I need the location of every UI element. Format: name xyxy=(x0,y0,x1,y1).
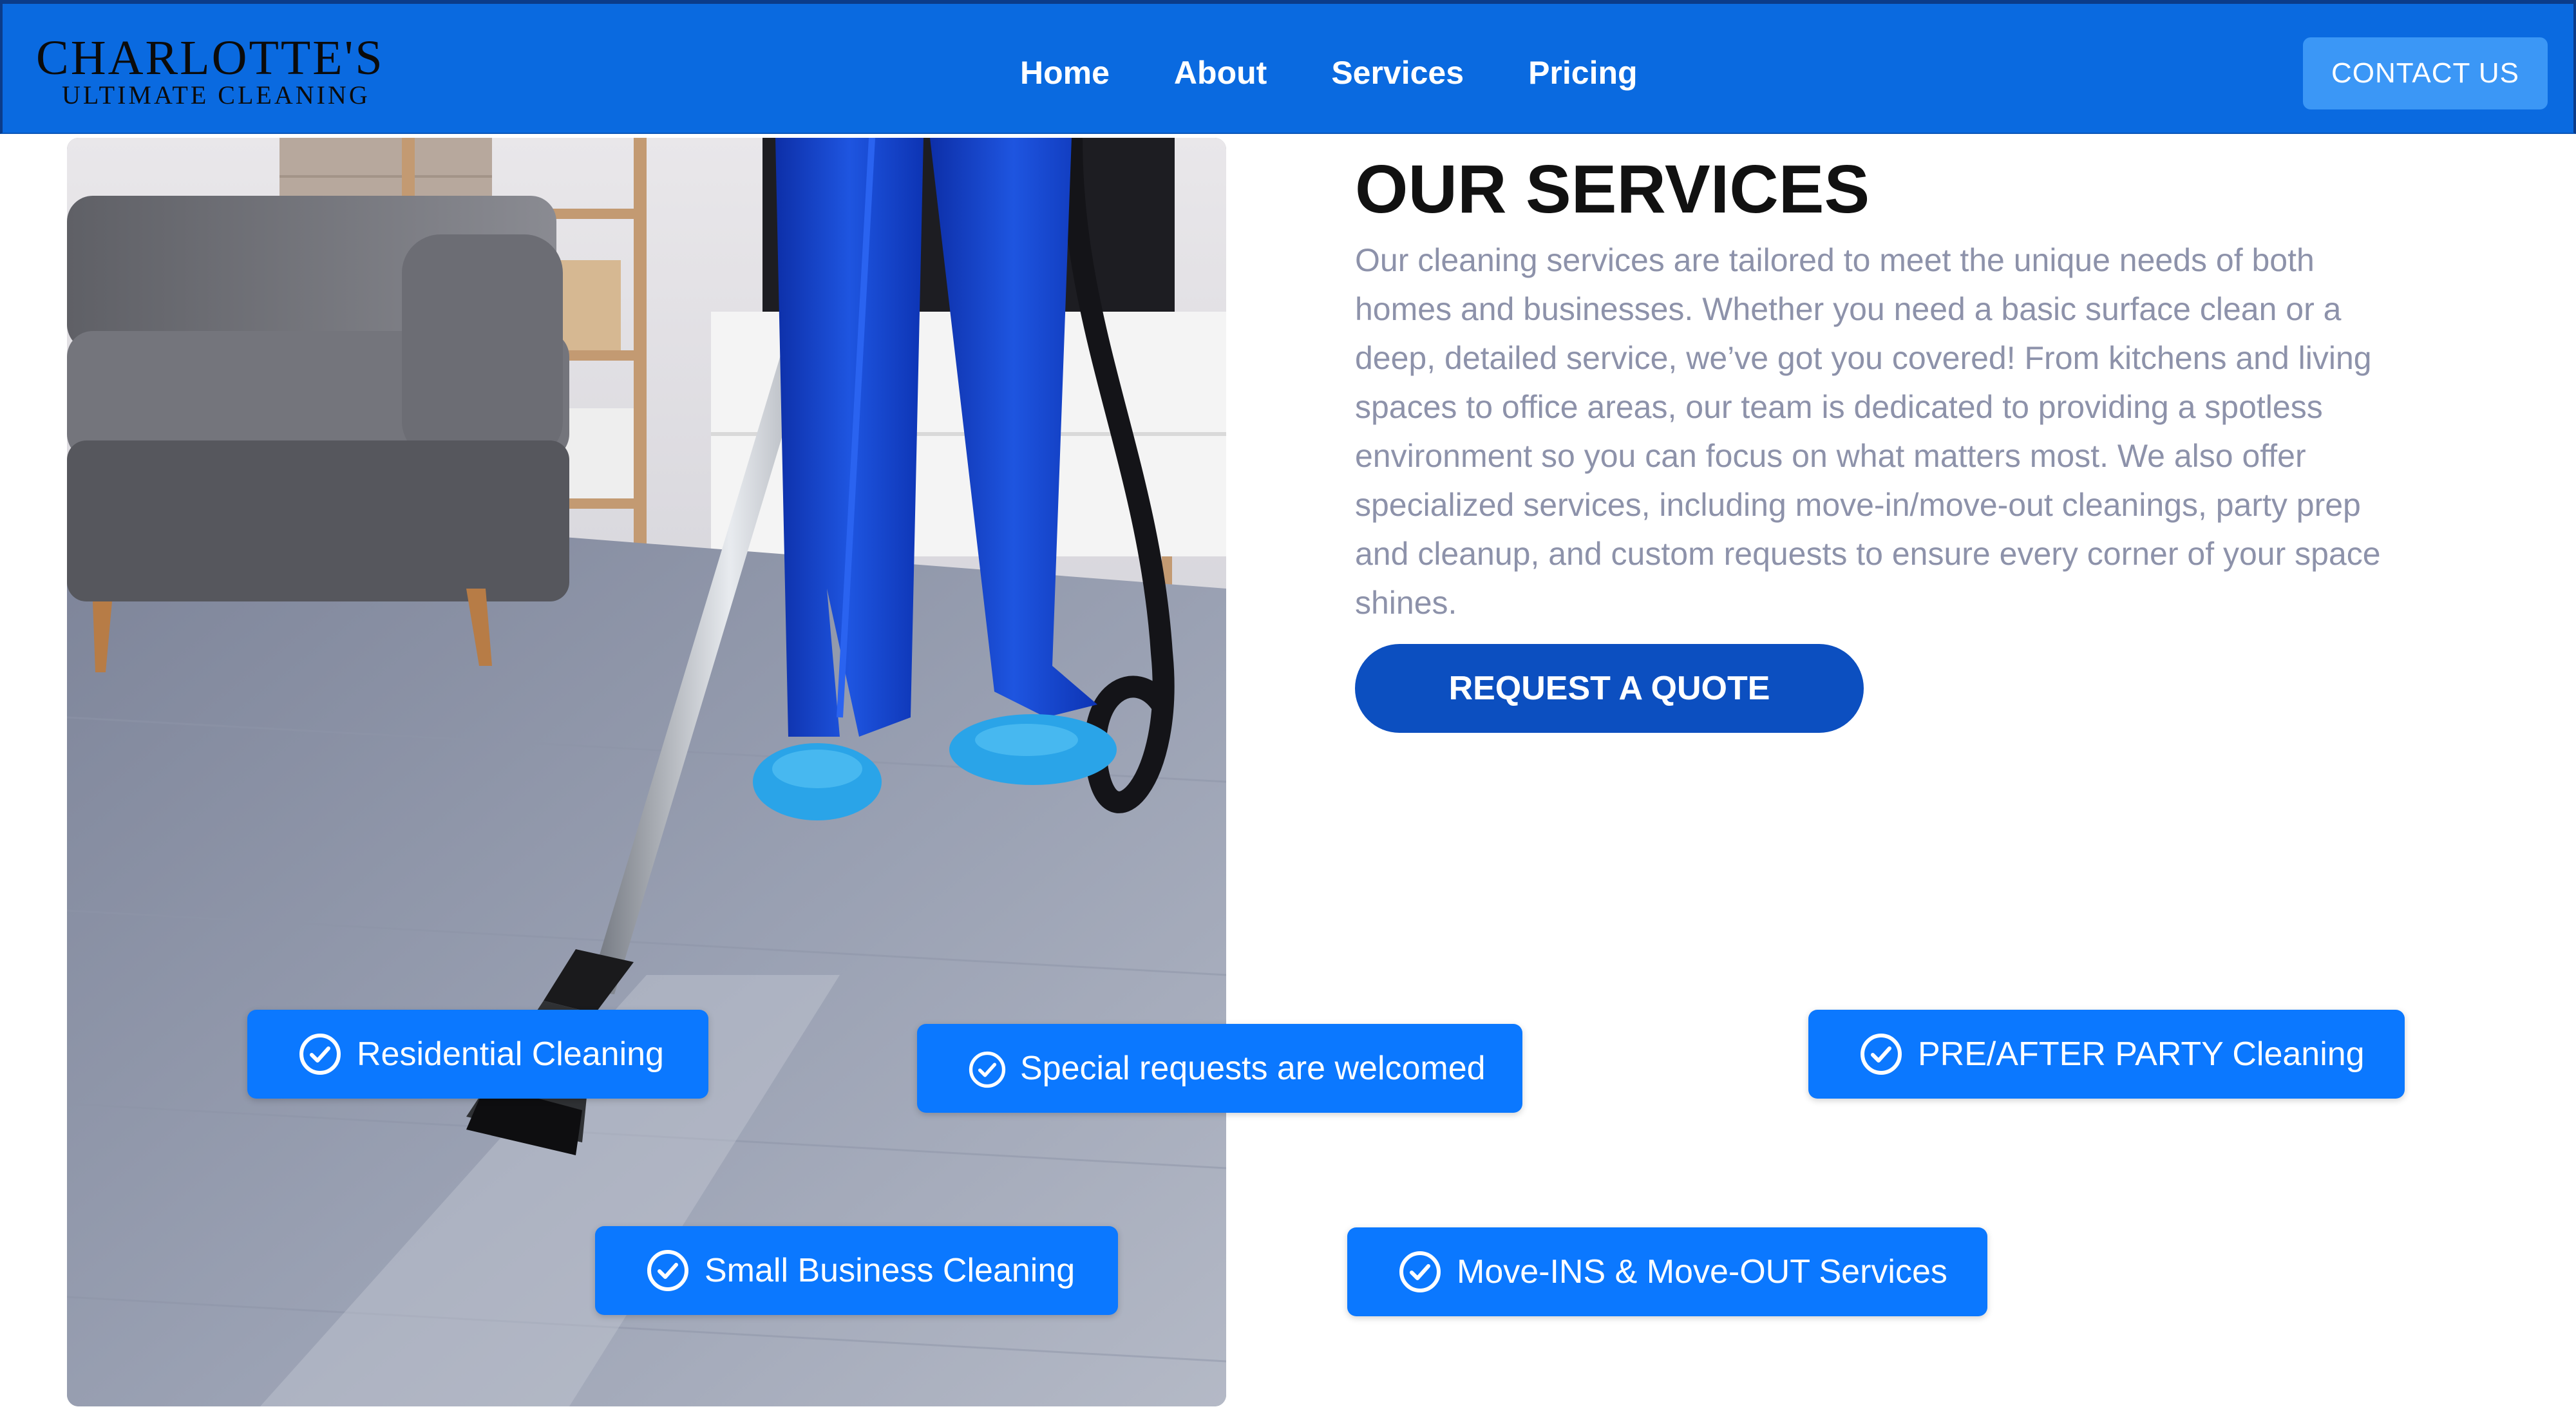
brand-logo[interactable]: CHARLOTTE'S ULTIMATE CLEANING xyxy=(36,31,384,116)
check-circle-icon xyxy=(1399,1251,1441,1293)
navbar: CHARLOTTE'S ULTIMATE CLEANING Home About… xyxy=(0,0,2576,134)
contact-us-button[interactable]: CONTACT US xyxy=(2303,37,2548,109)
check-circle-icon xyxy=(647,1249,689,1292)
chip-label: Small Business Cleaning xyxy=(705,1252,1075,1289)
service-chip-move-in-out[interactable]: Move-INS & Move-OUT Services xyxy=(1347,1227,1987,1316)
service-chip-special-requests[interactable]: Special requests are welcomed xyxy=(917,1024,1522,1113)
service-chip-party[interactable]: PRE/AFTER PARTY Cleaning xyxy=(1808,1010,2405,1099)
check-circle-icon xyxy=(969,1051,1006,1088)
chip-label: Special requests are welcomed xyxy=(1020,1050,1486,1087)
services-description: Our cleaning services are tailored to me… xyxy=(1355,242,2381,621)
chip-label: Residential Cleaning xyxy=(357,1035,664,1073)
check-circle-icon xyxy=(1860,1033,1902,1075)
brand-name: CHARLOTTE'S xyxy=(36,31,384,85)
page: CHARLOTTE'S ULTIMATE CLEANING Home About… xyxy=(0,0,2576,1409)
nav-link-pricing[interactable]: Pricing xyxy=(1528,50,1637,95)
main-nav: Home About Services Pricing xyxy=(1020,50,1702,95)
section-title: OUR SERVICES xyxy=(1355,151,1870,227)
service-chip-residential[interactable]: Residential Cleaning xyxy=(247,1010,708,1099)
check-circle-icon xyxy=(299,1033,341,1075)
brand-tagline: ULTIMATE CLEANING xyxy=(62,80,370,109)
nav-link-services[interactable]: Services xyxy=(1331,50,1464,95)
service-chip-small-business[interactable]: Small Business Cleaning xyxy=(595,1226,1118,1315)
nav-link-home[interactable]: Home xyxy=(1020,50,1110,95)
request-quote-button[interactable]: REQUEST A QUOTE xyxy=(1355,644,1864,733)
chip-label: PRE/AFTER PARTY Cleaning xyxy=(1918,1035,2365,1073)
carpet-cleaning-photo xyxy=(67,138,1226,1406)
nav-link-about[interactable]: About xyxy=(1174,50,1267,95)
chip-label: Move-INS & Move-OUT Services xyxy=(1457,1253,1947,1291)
